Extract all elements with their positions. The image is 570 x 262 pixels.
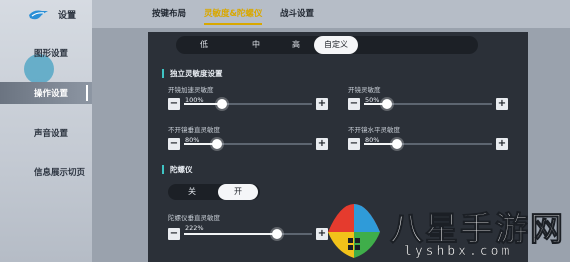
scope-sensitivity-slider[interactable]: − + [348,98,508,111]
increase-button[interactable]: + [316,138,328,150]
slider-track[interactable] [364,139,492,149]
watermark-url: lyshbx.com [404,244,513,259]
preset-selector: 低 中 高 自定义 [176,36,478,54]
sidebar-item-sound[interactable]: 声音设置 [0,122,92,144]
preset-medium[interactable]: 中 [238,36,274,54]
watermark: 八星手游网 lyshbx.com [318,200,570,262]
tab-sensitivity-gyro[interactable]: 灵敏度&陀螺仪 [204,7,263,25]
slider-knob[interactable] [217,99,228,109]
gyro-on-option[interactable]: 开 [218,184,258,200]
slider-label: 陀螺仪垂直灵敏度 [168,214,220,222]
sidebar-item-label: 图形设置 [34,49,69,59]
gyroscope-toggle[interactable]: 关 开 [168,184,260,200]
slider-knob[interactable] [392,139,403,149]
slider-track[interactable] [184,139,312,149]
slider-knob[interactable] [212,139,223,149]
settings-logo-icon [29,10,48,19]
no-scope-horizontal-sensitivity-slider[interactable]: − + [348,138,508,151]
sidebar-item-info-display[interactable]: 信息展示切页 [0,161,92,183]
decrease-button[interactable]: − [348,138,360,150]
decrease-button[interactable]: − [348,98,360,110]
sidebar-item-label: 声音设置 [34,129,69,139]
preset-high[interactable]: 高 [278,36,314,54]
gyro-vertical-sensitivity-slider[interactable]: − + [168,228,328,241]
slider-knob[interactable] [272,229,283,239]
scope-accel-sensitivity-slider[interactable]: − + [168,98,328,111]
tab-bar: 按键布局 灵敏度&陀螺仪 战斗设置 [92,0,570,28]
decrease-button[interactable]: − [168,228,180,240]
slider-track[interactable] [184,99,312,109]
slider-track[interactable] [364,99,492,109]
preset-low[interactable]: 低 [186,36,222,54]
section-independent-sensitivity: 独立灵敏度设置 [162,68,223,79]
increase-button[interactable]: + [496,138,508,150]
slider-label: 开镜加速灵敏度 [168,86,214,94]
sidebar: 设置 图形设置 操作设置 声音设置 信息展示切页 [0,0,92,262]
watermark-logo-icon [328,204,380,258]
tab-key-layout[interactable]: 按键布局 [152,7,186,19]
sidebar-title: 设置 [58,11,77,21]
tab-combat-settings[interactable]: 战斗设置 [280,7,314,19]
sidebar-item-graphics[interactable]: 图形设置 [0,42,92,64]
decrease-button[interactable]: − [168,98,180,110]
increase-button[interactable]: + [496,98,508,110]
sidebar-item-label: 信息展示切页 [34,168,86,178]
slider-knob[interactable] [382,99,393,109]
slider-track[interactable] [184,229,312,239]
slider-label: 不开镜水平灵敏度 [348,126,400,134]
increase-button[interactable]: + [316,98,328,110]
preset-custom[interactable]: 自定义 [314,36,358,54]
slider-fill [184,233,278,235]
slider-label: 不开镜垂直灵敏度 [168,126,220,134]
slider-label: 开镜灵敏度 [348,86,381,94]
watermark-title: 八星手游网 [390,209,565,249]
sidebar-header: 设置 [28,8,76,21]
decrease-button[interactable]: − [168,138,180,150]
gyro-off-option[interactable]: 关 [172,184,212,200]
sidebar-item-controls[interactable]: 操作设置 [0,82,92,104]
section-gyroscope: 陀螺仪 [162,164,193,175]
no-scope-vertical-sensitivity-slider[interactable]: − + [168,138,328,151]
sidebar-item-label: 操作设置 [34,89,69,99]
